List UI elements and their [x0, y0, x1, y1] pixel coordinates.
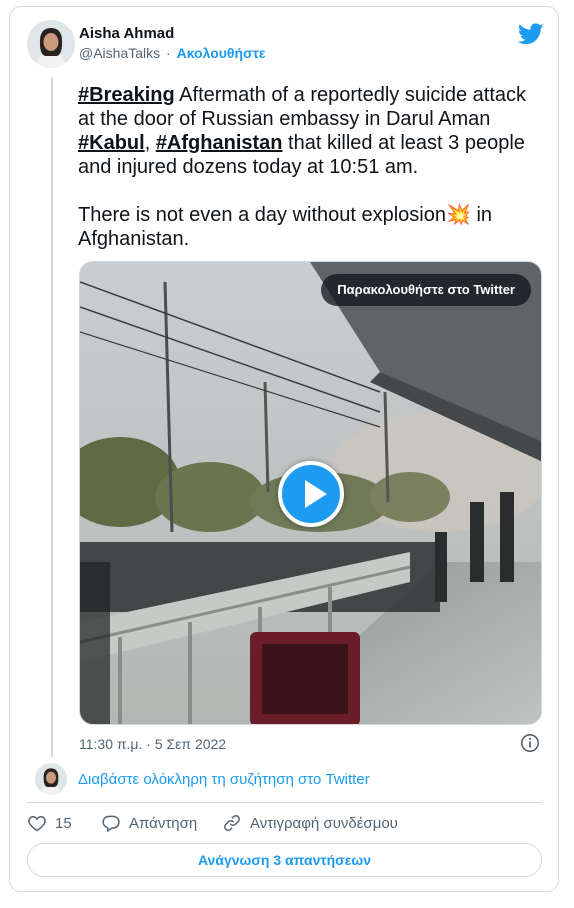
tweet-card: Aisha Ahmad @AishaTalks · Ακολουθήστε #B…	[9, 6, 559, 892]
follow-button[interactable]: Ακολουθήστε	[177, 45, 266, 61]
tweet-text: #Breaking Aftermath of a reportedly suic…	[78, 83, 543, 251]
tweet-paragraph-1: #Breaking Aftermath of a reportedly suic…	[78, 83, 543, 179]
reply-button[interactable]: Απάντηση	[101, 813, 197, 833]
avatar-small[interactable]	[35, 763, 67, 795]
watch-on-twitter-button[interactable]: Παρακολουθήστε στο Twitter	[321, 274, 531, 306]
author-handle[interactable]: @AishaTalks	[79, 45, 160, 61]
explosion-emoji: 💥	[446, 204, 471, 226]
play-button[interactable]	[278, 461, 344, 527]
author-name[interactable]: Aisha Ahmad	[79, 25, 174, 42]
read-replies-button[interactable]: Ανάγνωση 3 απαντήσεων	[27, 843, 542, 877]
info-icon[interactable]	[520, 733, 540, 753]
hashtag-afghanistan[interactable]: #Afghanistan	[156, 132, 283, 154]
like-count: 15	[55, 814, 72, 832]
author-handle-line: @AishaTalks · Ακολουθήστε	[79, 45, 266, 61]
tweet-comma: ,	[144, 132, 156, 154]
reply-label: Απάντηση	[129, 814, 198, 832]
tweet-text-3: There is not even a day without explosio…	[78, 204, 446, 226]
divider	[27, 802, 542, 803]
copy-link-label: Αντιγραφή συνδέσμου	[250, 814, 398, 832]
heart-icon	[28, 815, 46, 832]
avatar[interactable]	[27, 20, 75, 68]
separator-dot: ·	[166, 45, 171, 61]
link-icon	[224, 815, 240, 831]
tweet-paragraph-2: There is not even a day without explosio…	[78, 203, 543, 251]
reply-icon	[102, 815, 120, 832]
copy-link-button[interactable]: Αντιγραφή συνδέσμου	[222, 813, 398, 833]
hashtag-breaking[interactable]: #Breaking	[78, 84, 175, 106]
twitter-bird-icon[interactable]	[518, 23, 544, 45]
read-conversation-link[interactable]: Διαβάστε ολόκληρη τη συζήτηση στο Twitte…	[78, 771, 370, 788]
timestamp[interactable]: 11:30 π.μ. · 5 Σεπ 2022	[79, 736, 226, 752]
hashtag-kabul[interactable]: #Kabul	[78, 132, 145, 154]
video-player[interactable]: Παρακολουθήστε στο Twitter	[79, 261, 542, 725]
like-button[interactable]: 15	[27, 813, 72, 833]
thread-line	[51, 77, 53, 757]
